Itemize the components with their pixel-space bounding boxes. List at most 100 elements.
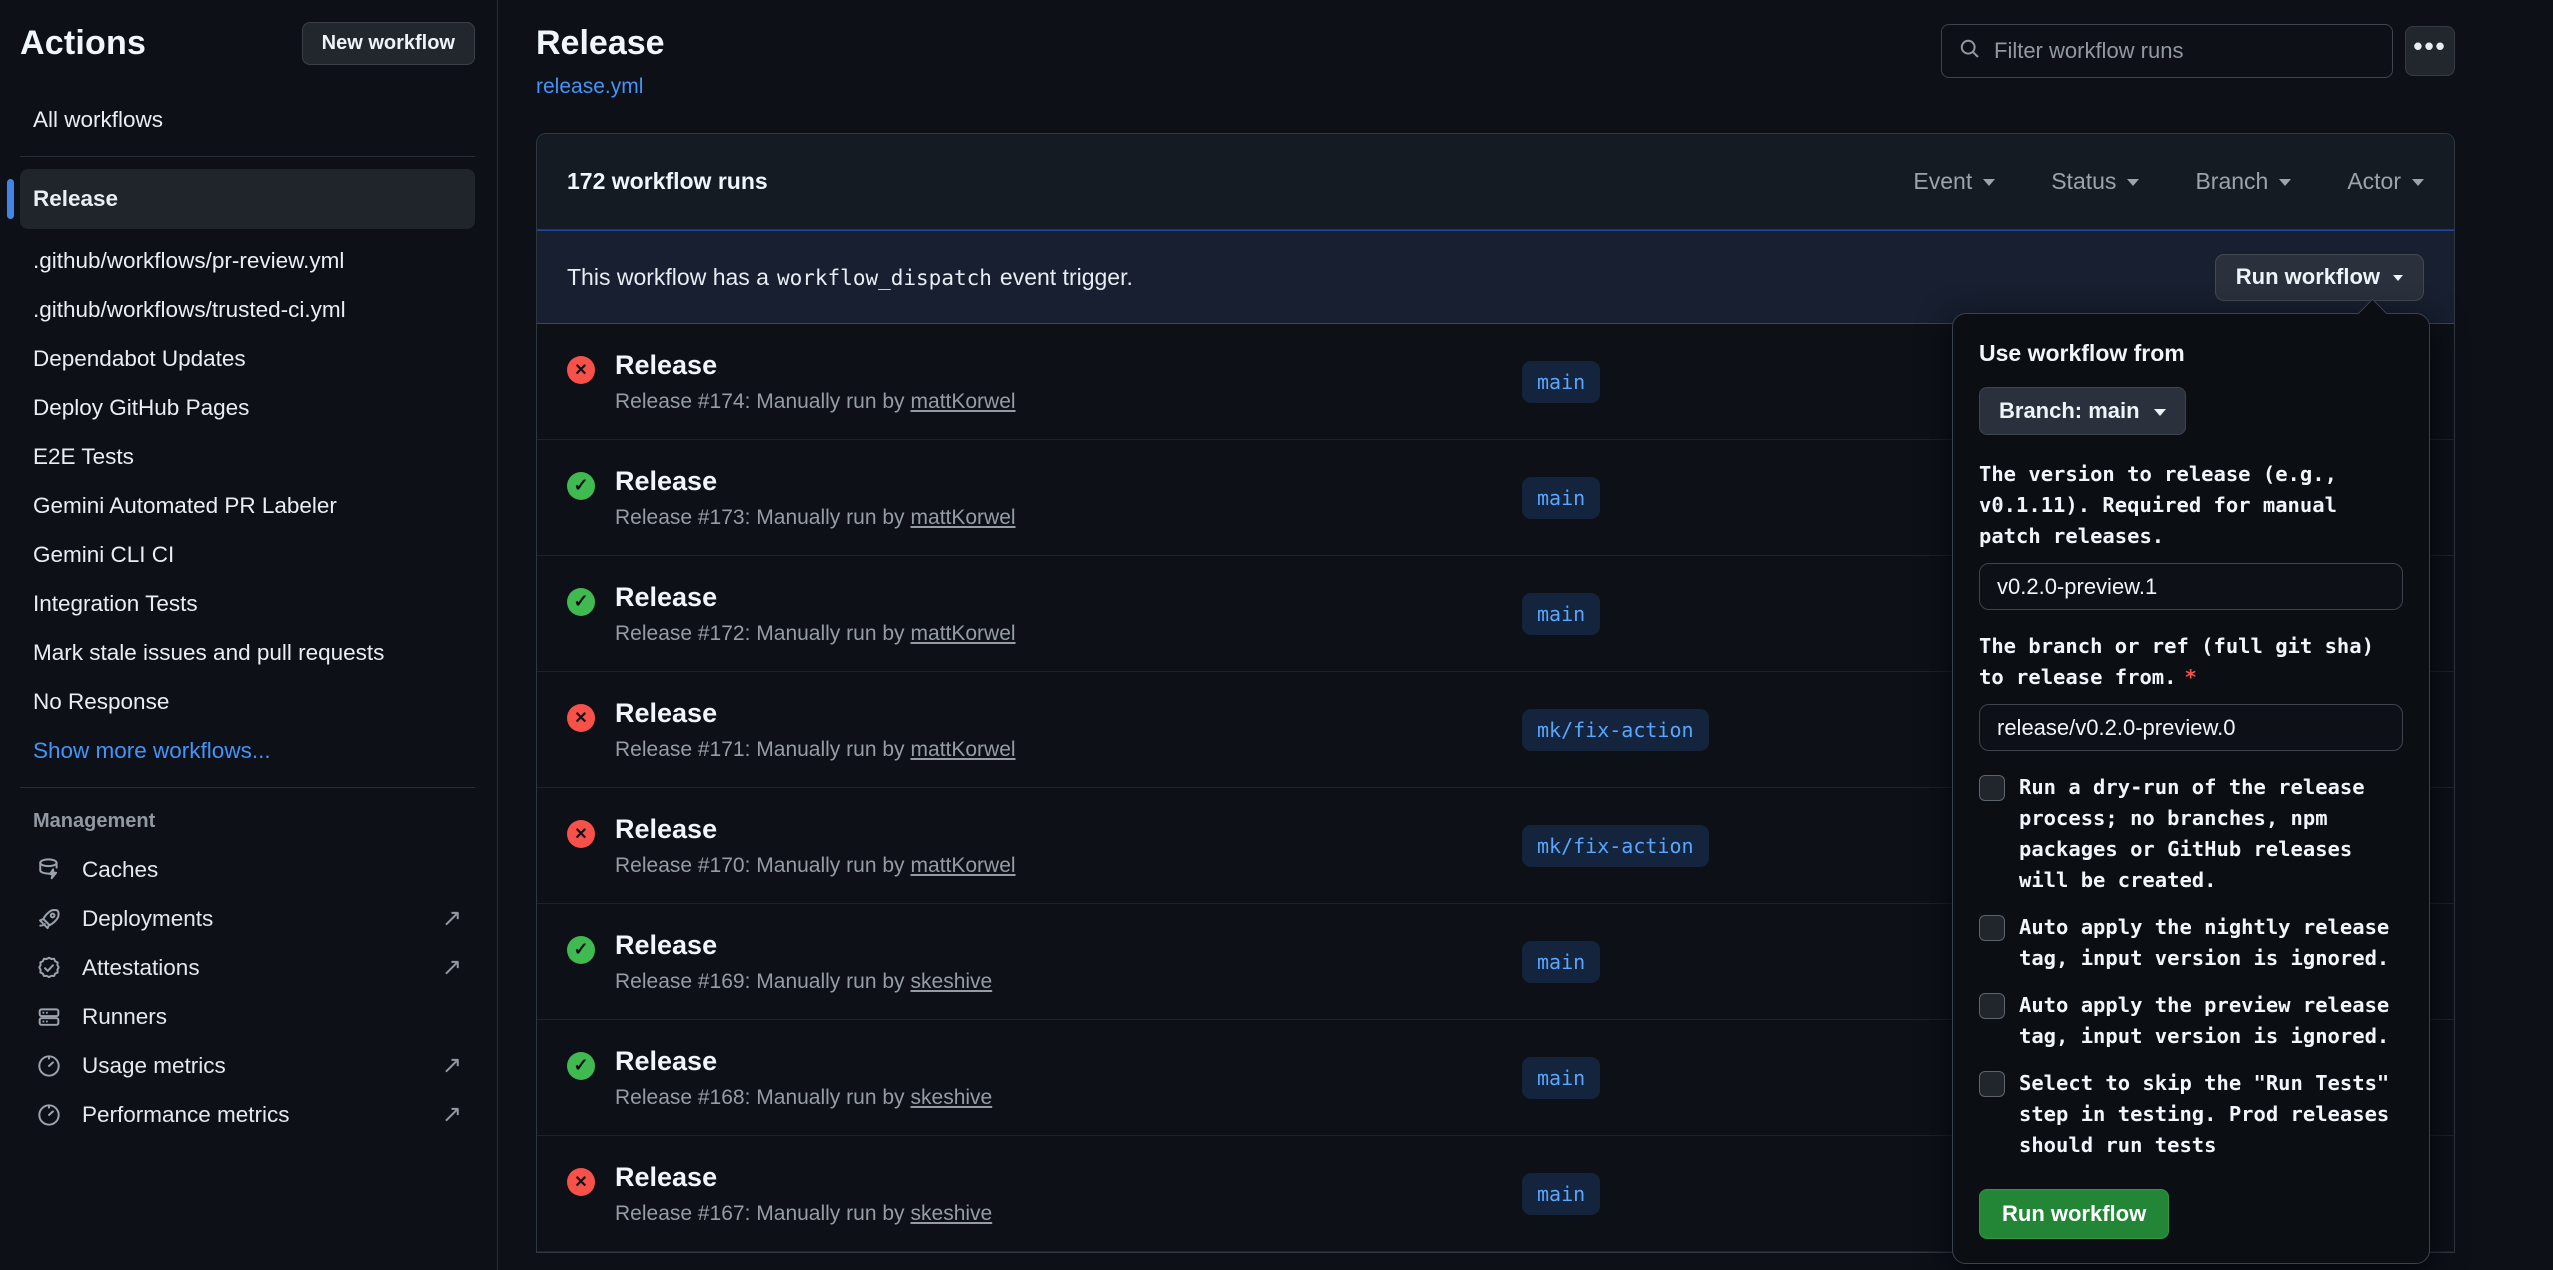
filter-workflow-runs-input[interactable] (1994, 38, 2376, 64)
sidebar-item-label: Runners (82, 1004, 167, 1030)
sidebar-item-trusted-ci[interactable]: .github/workflows/trusted-ci.yml (20, 285, 475, 334)
search-icon (1958, 37, 1982, 66)
external-link-icon: ↗ (442, 1054, 462, 1078)
sidebar-item-label: Caches (82, 857, 158, 883)
run-description: Release #173: Manually run bymattKorwel (615, 506, 1016, 530)
page-title: Actions (20, 24, 146, 63)
branch-badge[interactable]: main (1522, 1173, 1600, 1215)
filter-workflow-runs-box[interactable] (1941, 24, 2393, 78)
checkbox[interactable] (1979, 993, 2005, 1019)
run-title-link[interactable]: Release (615, 930, 717, 960)
branch-badge[interactable]: mk/fix-action (1522, 825, 1709, 867)
checkbox[interactable] (1979, 1071, 2005, 1097)
sidebar-item-usage-metrics[interactable]: Usage metrics ↗ (20, 1041, 475, 1090)
run-title-link[interactable]: Release (615, 466, 717, 496)
external-link-icon: ↗ (442, 1103, 462, 1127)
workflow-dispatch-banner: This workflow has aworkflow_dispatcheven… (537, 230, 2454, 324)
checkbox[interactable] (1979, 775, 2005, 801)
version-field-label: The version to release (e.g., v0.1.11). … (1979, 459, 2403, 552)
branch-selector-button[interactable]: Branch: main (1979, 387, 2186, 435)
actor-filter-dropdown[interactable]: Actor (2347, 168, 2424, 195)
sidebar-item-deploy-github-pages[interactable]: Deploy GitHub Pages (20, 383, 475, 432)
workflow-dispatch-code: workflow_dispatch (777, 266, 992, 290)
run-actor-link[interactable]: skeshive (911, 1202, 993, 1225)
popover-heading: Use workflow from (1979, 340, 2403, 367)
run-status-icon (567, 936, 595, 964)
ref-input[interactable] (1979, 704, 2403, 751)
run-title-link[interactable]: Release (615, 1046, 717, 1076)
sidebar-item-label: Deployments (82, 906, 213, 932)
status-filter-dropdown[interactable]: Status (2051, 168, 2139, 195)
branch-badge[interactable]: main (1522, 1057, 1600, 1099)
run-actor-link[interactable]: mattKorwel (911, 854, 1016, 877)
show-more-workflows-link[interactable]: Show more workflows... (20, 726, 475, 775)
branch-filter-dropdown[interactable]: Branch (2195, 168, 2291, 195)
run-title-link[interactable]: Release (615, 350, 717, 380)
run-actor-link[interactable]: skeshive (911, 970, 993, 993)
run-title-link[interactable]: Release (615, 1162, 717, 1192)
skip-tests-checkbox-row[interactable]: Select to skip the "Run Tests" step in t… (1979, 1068, 2403, 1161)
branch-badge[interactable]: main (1522, 593, 1600, 635)
sidebar-item-dependabot-updates[interactable]: Dependabot Updates (20, 334, 475, 383)
chevron-down-icon (2279, 179, 2291, 186)
branch-badge[interactable]: mk/fix-action (1522, 709, 1709, 751)
chevron-down-icon (2154, 409, 2166, 416)
run-title-link[interactable]: Release (615, 582, 717, 612)
sidebar-divider (20, 787, 475, 788)
run-status-icon (567, 1052, 595, 1080)
branch-badge[interactable]: main (1522, 941, 1600, 983)
run-description: Release #167: Manually run byskeshive (615, 1202, 992, 1226)
sidebar-item-gemini-cli-ci[interactable]: Gemini CLI CI (20, 530, 475, 579)
sidebar-item-label: Performance metrics (82, 1102, 290, 1128)
run-description: Release #172: Manually run bymattKorwel (615, 622, 1016, 646)
nightly-tag-checkbox-row[interactable]: Auto apply the nightly release tag, inpu… (1979, 912, 2403, 974)
run-actor-link[interactable]: mattKorwel (911, 738, 1016, 761)
dry-run-checkbox-row[interactable]: Run a dry-run of the release process; no… (1979, 772, 2403, 896)
sidebar-item-e2e-tests[interactable]: E2E Tests (20, 432, 475, 481)
sidebar-item-no-response[interactable]: No Response (20, 677, 475, 726)
sidebar-item-gemini-pr-labeler[interactable]: Gemini Automated PR Labeler (20, 481, 475, 530)
banner-text: This workflow has aworkflow_dispatcheven… (567, 264, 1133, 291)
runs-count: 172 workflow runs (567, 168, 768, 195)
run-actor-link[interactable]: skeshive (911, 1086, 993, 1109)
branch-badge[interactable]: main (1522, 361, 1600, 403)
workflow-options-kebab-button[interactable]: ••• (2405, 26, 2455, 76)
sidebar-item-mark-stale[interactable]: Mark stale issues and pull requests (20, 628, 475, 677)
run-title-link[interactable]: Release (615, 814, 717, 844)
sidebar-item-all-workflows[interactable]: All workflows (20, 95, 475, 144)
sidebar-item-deployments[interactable]: Deployments ↗ (20, 894, 475, 943)
sidebar-item-integration-tests[interactable]: Integration Tests (20, 579, 475, 628)
meter-icon (33, 1099, 65, 1131)
new-workflow-button[interactable]: New workflow (302, 22, 475, 65)
sidebar-item-caches[interactable]: Caches (20, 845, 475, 894)
branch-badge[interactable]: main (1522, 477, 1600, 519)
workflow-file-link[interactable]: release.yml (536, 75, 643, 99)
sidebar-item-release[interactable]: Release (20, 169, 475, 229)
run-title-link[interactable]: Release (615, 698, 717, 728)
workflow-title: Release (536, 24, 665, 63)
run-status-icon (567, 472, 595, 500)
sidebar-item-runners[interactable]: Runners (20, 992, 475, 1041)
sidebar-item-label: Usage metrics (82, 1053, 226, 1079)
run-status-icon (567, 588, 595, 616)
run-actor-link[interactable]: mattKorwel (911, 622, 1016, 645)
external-link-icon: ↗ (442, 956, 462, 980)
verified-icon (33, 952, 65, 984)
run-actor-link[interactable]: mattKorwel (911, 390, 1016, 413)
popover-run-workflow-button[interactable]: Run workflow (1979, 1189, 2169, 1239)
sidebar-item-performance-metrics[interactable]: Performance metrics ↗ (20, 1090, 475, 1139)
run-workflow-popover: Use workflow from Branch: main The versi… (1952, 313, 2430, 1264)
sidebar-item-attestations[interactable]: Attestations ↗ (20, 943, 475, 992)
run-actor-link[interactable]: mattKorwel (911, 506, 1016, 529)
version-input[interactable] (1979, 563, 2403, 610)
run-status-icon (567, 820, 595, 848)
sidebar-item-pr-review[interactable]: .github/workflows/pr-review.yml (20, 236, 475, 285)
chevron-down-icon (2393, 275, 2403, 281)
checkbox[interactable] (1979, 915, 2005, 941)
run-workflow-dropdown-button[interactable]: Run workflow (2215, 254, 2424, 301)
management-heading: Management (20, 800, 475, 845)
event-filter-dropdown[interactable]: Event (1913, 168, 1995, 195)
ref-field-label: The branch or ref (full git sha) to rele… (1979, 631, 2403, 693)
external-link-icon: ↗ (442, 907, 462, 931)
preview-tag-checkbox-row[interactable]: Auto apply the preview release tag, inpu… (1979, 990, 2403, 1052)
